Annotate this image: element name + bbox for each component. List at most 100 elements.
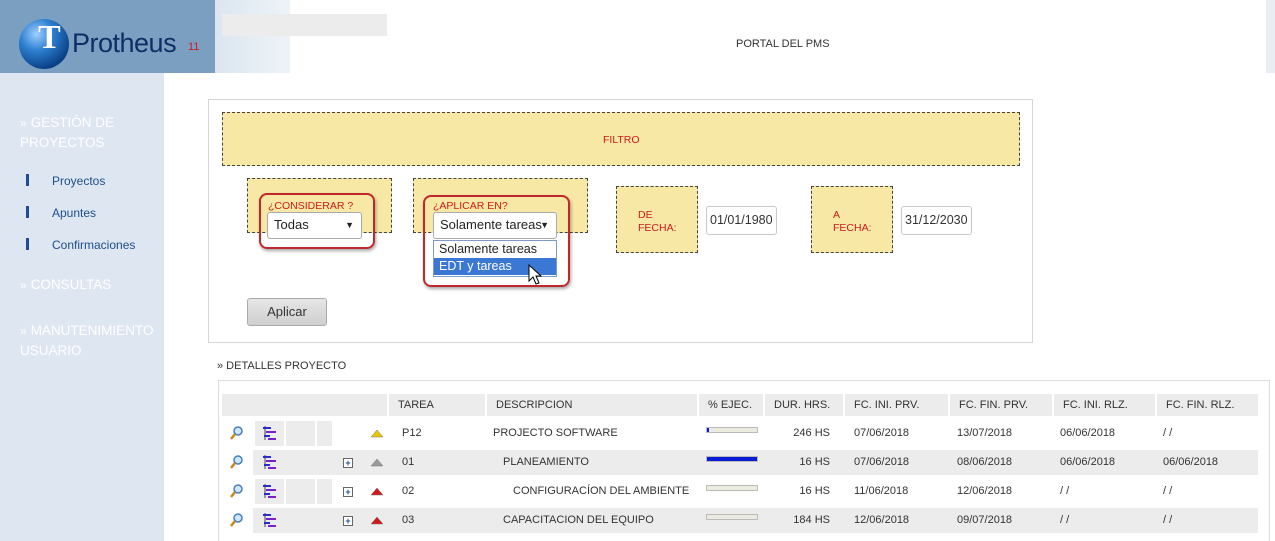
fc-fin-rlz-cell: / / xyxy=(1163,427,1173,439)
expand-icon[interactable]: + xyxy=(343,487,353,497)
status-flag-icon xyxy=(370,486,384,496)
fc-fin-rlz-cell: 06/06/2018 xyxy=(1163,456,1219,468)
descripcion-cell: CAPACITACION DEL EQUIPO xyxy=(503,514,654,526)
protheus-t-glyph: T xyxy=(38,19,61,56)
table-header-actions xyxy=(222,14,387,36)
sidebar-item-confirmaciones[interactable]: Confirmaciones xyxy=(52,238,135,252)
duration-cell: 246 HS xyxy=(793,427,830,439)
apply-button[interactable]: Aplicar xyxy=(247,298,327,326)
status-flag-icon xyxy=(370,457,384,467)
filter-header: FILTRO xyxy=(222,112,1020,166)
logo-area: T Protheus 11 xyxy=(0,0,215,73)
descripcion-cell: CONFIGURACÍON DEL AMBIENTE xyxy=(513,485,690,497)
mouse-cursor-icon xyxy=(528,264,542,285)
duration-cell: 16 HS xyxy=(799,485,830,497)
col-header-descripcion: DESCRIPCION xyxy=(487,394,697,416)
status-flag-icon xyxy=(370,428,384,438)
fc-fin-prv-cell: 12/06/2018 xyxy=(957,485,1013,497)
a-fecha-label-2: FECHA: xyxy=(833,222,872,234)
a-fecha-box: A FECHA: xyxy=(811,186,893,253)
sidebar-item-proyectos[interactable]: Proyectos xyxy=(52,174,105,188)
aplicar-highlight xyxy=(423,195,570,287)
fc-ini-rlz-cell: / / xyxy=(1060,514,1070,526)
logo-text: Protheus xyxy=(72,28,177,58)
tarea-cell: P12 xyxy=(402,427,422,439)
expand-icon[interactable]: + xyxy=(343,516,353,526)
magnifier-icon[interactable] xyxy=(229,512,245,528)
fc-ini-rlz-cell: 06/06/2018 xyxy=(1060,427,1116,439)
fc-fin-prv-cell: 08/06/2018 xyxy=(957,456,1013,468)
descripcion-cell: PLANEAMIENTO xyxy=(503,456,589,468)
sidebar-section-consultas[interactable]: » CONSULTAS xyxy=(20,275,165,295)
sidebar-item-apuntes[interactable]: Apuntes xyxy=(52,206,96,220)
gantt-icon[interactable] xyxy=(262,512,278,528)
a-fecha-label-1: A xyxy=(833,209,841,221)
de-fecha-box: DE FECHA: xyxy=(616,186,698,253)
fc-fin-rlz-cell: / / xyxy=(1163,514,1173,526)
col-header-blank xyxy=(222,394,387,416)
sidebar-section-gestion[interactable]: » GESTIÓN DE PROYECTOS xyxy=(20,113,165,153)
bullet-icon xyxy=(26,174,29,186)
de-fecha-label-2: FECHA: xyxy=(638,222,677,234)
col-header-ejec: % EJEC. xyxy=(699,394,763,416)
spacer-cell xyxy=(286,479,315,504)
sidebar-section-manutenimiento[interactable]: » MANUTENIMIENTO USUARIO xyxy=(20,321,165,361)
fc-ini-prv-cell: 07/06/2018 xyxy=(854,427,910,439)
sidebar-section-label: CONSULTAS xyxy=(30,277,112,292)
gantt-icon[interactable] xyxy=(262,483,278,499)
spacer-cell xyxy=(317,421,332,446)
chevron-right-icon: » xyxy=(20,278,27,292)
col-header-dur: DUR. HRS. xyxy=(765,394,843,416)
filter-title: FILTRO xyxy=(603,134,640,146)
fc-ini-prv-cell: 12/06/2018 xyxy=(854,514,910,526)
de-fecha-input[interactable]: 01/01/1980 xyxy=(706,206,777,235)
fc-ini-rlz-cell: / / xyxy=(1060,485,1070,497)
spacer-cell xyxy=(317,450,332,475)
fc-fin-rlz-cell: / / xyxy=(1163,485,1173,497)
portal-title: PORTAL DEL PMS xyxy=(736,38,830,50)
expand-icon[interactable]: + xyxy=(343,458,353,468)
duration-cell: 16 HS xyxy=(799,456,830,468)
status-flag-icon xyxy=(370,515,384,525)
chevron-right-icon: » xyxy=(20,324,27,338)
col-header-ini-prv: FC. INI. PRV. xyxy=(845,394,948,416)
spacer-cell xyxy=(317,479,332,504)
tarea-cell: 01 xyxy=(402,456,415,468)
sidebar-section-label: GESTIÓN DE PROYECTOS xyxy=(20,115,114,150)
header-gradient xyxy=(215,0,290,73)
chevron-right-icon: » xyxy=(20,116,27,130)
considerar-highlight xyxy=(259,193,375,249)
col-header-fin-rlz: FC. FIN. RLZ. xyxy=(1157,394,1258,416)
de-fecha-label-1: DE xyxy=(638,209,653,221)
gantt-icon[interactable] xyxy=(262,425,278,441)
col-header-fin-prv: FC. FIN. PRV. xyxy=(950,394,1052,416)
tarea-cell: 03 xyxy=(402,514,415,526)
descripcion-cell: PROJECTO SOFTWARE xyxy=(493,427,618,439)
progress-bar xyxy=(706,485,758,491)
progress-bar xyxy=(706,514,758,520)
fc-ini-prv-cell: 11/06/2018 xyxy=(854,485,909,497)
col-header-tarea: TAREA xyxy=(389,394,485,416)
progress-bar xyxy=(706,427,758,433)
col-header-ini-rlz: FC. INI. RLZ. xyxy=(1054,394,1155,416)
bullet-icon xyxy=(26,206,29,218)
progress-fill xyxy=(707,457,757,461)
spacer-cell xyxy=(286,450,315,475)
duration-cell: 184 HS xyxy=(793,514,830,526)
magnifier-icon[interactable] xyxy=(229,425,245,441)
details-section-label: » DETALLES PROYECTO xyxy=(217,360,347,372)
fc-fin-prv-cell: 09/07/2018 xyxy=(957,514,1013,526)
tarea-cell: 02 xyxy=(402,485,415,497)
logo-version: 11 xyxy=(188,41,200,53)
fc-ini-rlz-cell: 06/06/2018 xyxy=(1060,456,1116,468)
sidebar: » GESTIÓN DE PROYECTOS Proyectos Apuntes … xyxy=(0,73,164,541)
sidebar-section-label: MANUTENIMIENTO USUARIO xyxy=(20,323,154,358)
fc-fin-prv-cell: 13/07/2018 xyxy=(957,427,1013,439)
spacer-cell xyxy=(286,508,315,533)
progress-bar xyxy=(706,456,758,462)
a-fecha-input[interactable]: 31/12/2030 xyxy=(901,206,972,235)
fc-ini-prv-cell: 07/06/2018 xyxy=(854,456,910,468)
gantt-icon[interactable] xyxy=(262,454,278,470)
magnifier-icon[interactable] xyxy=(229,483,245,499)
magnifier-icon[interactable] xyxy=(229,454,245,470)
